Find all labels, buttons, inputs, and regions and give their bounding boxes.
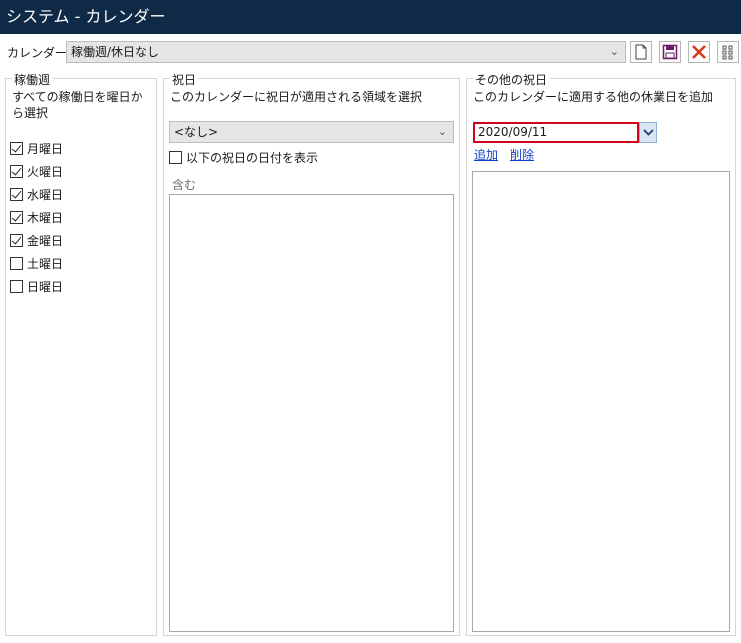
weekday-thursday[interactable]: 木曜日: [10, 210, 63, 228]
remove-holiday-link[interactable]: 削除: [510, 146, 534, 163]
included-holidays-list[interactable]: [169, 194, 454, 632]
calendar-label: カレンダー: [7, 46, 68, 60]
calendar-dropdown-value: 稼働週/休日なし: [71, 45, 160, 59]
working-week-description-line1: すべての稼働日を曜日か: [12, 90, 143, 104]
weekday-monday[interactable]: 月曜日: [10, 141, 63, 159]
working-week-description-line2: ら選択: [12, 106, 49, 120]
holidays-legend: 祝日: [170, 71, 199, 88]
weekday-sunday[interactable]: 日曜日: [10, 279, 63, 297]
date-picker-button[interactable]: [639, 122, 657, 143]
weekday-wednesday[interactable]: 水曜日: [10, 187, 63, 205]
working-week-panel: 稼働週 すべての稼働日を曜日か ら選択: [5, 71, 157, 636]
checkbox-sunday[interactable]: [10, 280, 23, 293]
weekday-sunday-label: 日曜日: [27, 280, 64, 294]
weekday-saturday-label: 土曜日: [27, 257, 64, 271]
save-icon: [662, 44, 678, 60]
holiday-date-input[interactable]: 2020/09/11: [473, 122, 639, 143]
working-week-description: すべての稼働日を曜日か ら選択: [12, 89, 154, 121]
holiday-date-value: 2020/09/11: [478, 125, 548, 139]
show-holiday-dates-checkbox[interactable]: [169, 151, 182, 164]
checkbox-wednesday[interactable]: [10, 188, 23, 201]
calendar-dropdown[interactable]: 稼働週/休日なし ⌄: [66, 41, 626, 63]
weekday-friday[interactable]: 金曜日: [10, 233, 63, 251]
weekday-saturday[interactable]: 土曜日: [10, 256, 63, 274]
checkbox-thursday[interactable]: [10, 211, 23, 224]
checkbox-tuesday[interactable]: [10, 165, 23, 178]
holiday-region-value: <なし>: [174, 125, 219, 139]
show-holiday-dates-label: 以下の祝日の日付を表示: [186, 151, 319, 165]
new-document-icon: [635, 44, 647, 60]
weekday-thursday-label: 木曜日: [27, 211, 64, 225]
other-holidays-legend: その他の祝日: [473, 71, 550, 88]
window-title-bar: システム - カレンダー: [0, 0, 741, 34]
weekday-monday-label: 月曜日: [27, 142, 64, 156]
chevron-down-icon: ⌄: [437, 125, 447, 138]
chevron-down-icon: [643, 129, 654, 136]
delete-calendar-button[interactable]: [688, 41, 710, 63]
checkbox-friday[interactable]: [10, 234, 23, 247]
checkbox-monday[interactable]: [10, 142, 23, 155]
calendar-selector-row: カレンダー 稼働週/休日なし ⌄: [0, 38, 741, 66]
save-calendar-button[interactable]: [659, 41, 681, 63]
more-options-button[interactable]: [717, 41, 739, 63]
grid-dots-icon: [722, 45, 733, 60]
other-holidays-description: このカレンダーに適用する他の休業日を追加: [473, 90, 714, 104]
delete-x-icon: [692, 45, 706, 59]
weekday-friday-label: 金曜日: [27, 234, 64, 248]
include-group-label: 含む: [172, 178, 197, 192]
working-week-legend: 稼働週: [12, 71, 53, 88]
holidays-description: このカレンダーに祝日が適用される領域を選択: [170, 90, 423, 104]
add-holiday-link[interactable]: 追加: [474, 146, 498, 163]
checkbox-saturday[interactable]: [10, 257, 23, 270]
new-calendar-button[interactable]: [630, 41, 652, 63]
holiday-region-dropdown[interactable]: <なし> ⌄: [169, 121, 454, 143]
chevron-down-icon: ⌄: [609, 45, 619, 58]
window-title: システム - カレンダー: [6, 7, 166, 26]
weekday-wednesday-label: 水曜日: [27, 188, 64, 202]
weekday-tuesday-label: 火曜日: [27, 165, 64, 179]
other-holidays-list[interactable]: [472, 171, 730, 632]
weekday-tuesday[interactable]: 火曜日: [10, 164, 63, 182]
show-holiday-dates-option[interactable]: 以下の祝日の日付を表示: [169, 150, 318, 168]
